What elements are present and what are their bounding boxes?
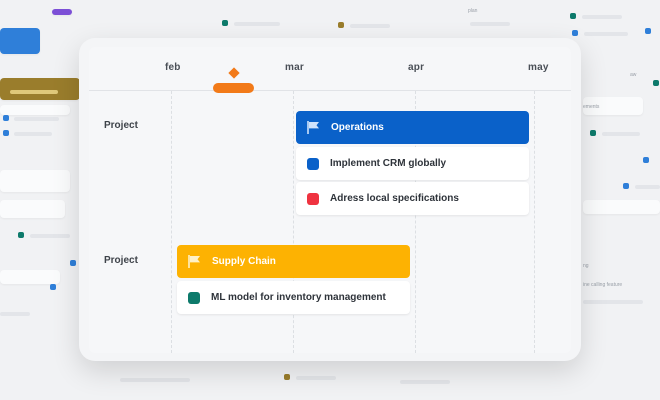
project-bar-supply-chain[interactable]: Supply Chain (177, 245, 410, 278)
gridline-may (534, 91, 535, 353)
flag-icon (188, 255, 200, 268)
today-marker-bar[interactable] (213, 83, 254, 93)
task-color-square (188, 291, 200, 304)
project-bar-operations[interactable]: Operations (296, 111, 529, 144)
project-title: Supply Chain (212, 256, 276, 267)
task-row[interactable]: Adress local specifications (296, 182, 529, 215)
project-title: Operations (331, 122, 384, 133)
timeline-header: feb mar apr may (89, 47, 571, 91)
month-label-mar: mar (285, 62, 304, 73)
task-title: Implement CRM globally (330, 158, 447, 169)
task-color-square (307, 192, 319, 205)
month-label-apr: apr (408, 62, 425, 73)
timeline-card: feb mar apr may Project Operations Imple… (79, 38, 581, 361)
project-label: Project (104, 120, 138, 131)
flag-icon (307, 121, 319, 134)
task-title: Adress local specifications (330, 193, 459, 204)
month-label-may: may (528, 62, 549, 73)
task-color-square (307, 157, 319, 170)
timeline-panel: feb mar apr may Project Operations Imple… (89, 47, 571, 353)
task-row[interactable]: ML model for inventory management (177, 281, 410, 314)
gridline-feb (171, 91, 172, 353)
project-label: Project (104, 255, 138, 266)
task-title: ML model for inventory management (211, 292, 386, 303)
month-label-feb: feb (165, 62, 181, 73)
task-row[interactable]: Implement CRM globally (296, 147, 529, 180)
today-marker-diamond-icon[interactable] (228, 67, 240, 79)
